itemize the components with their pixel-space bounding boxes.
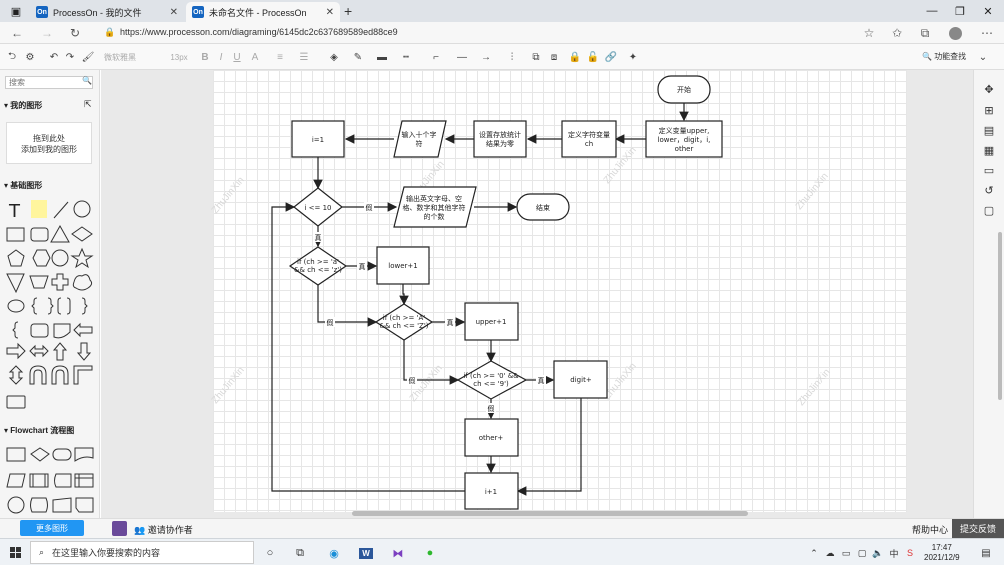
taskbar-search-input[interactable]: ⌕ 在这里输入你要搜索的内容: [30, 541, 254, 564]
define-vars-line3: other: [675, 145, 694, 153]
comments-icon[interactable]: ▢: [982, 203, 996, 217]
edge-label-yes: 真: [447, 318, 454, 327]
input-parallelogram[interactable]: [393, 120, 447, 158]
define-vars-line1: 定义变量upper,: [659, 126, 710, 135]
page-settings-icon[interactable]: ▤: [982, 123, 996, 137]
windows-taskbar: ⌕ 在这里输入你要搜索的内容 ○ ⧉ ◉ W ⧓ ● ⌃ ☁ ▭ ▢ 🔈 中 S…: [0, 538, 1004, 565]
horizontal-scrollbar[interactable]: [352, 511, 748, 516]
digit-inc-label: digit+: [570, 376, 592, 384]
editor-bottom-bar: 👥 邀请协作者 帮助中心 提交反馈: [0, 518, 1004, 538]
wechat-icon[interactable]: ●: [420, 543, 440, 563]
edge-label-yes: 真: [359, 262, 366, 271]
edge-label-no: 假: [366, 203, 373, 212]
end-label: 结束: [536, 203, 550, 212]
visual-studio-icon[interactable]: ⧓: [388, 543, 408, 563]
input-line2: 符: [416, 139, 423, 148]
edge-label-no: 假: [488, 404, 495, 413]
define-char-line2: ch: [585, 140, 593, 148]
windows-start-icon[interactable]: [6, 543, 26, 563]
i-init-label: i=1: [312, 136, 324, 144]
more-shapes-button[interactable]: 更多图形: [20, 520, 84, 536]
help-center-link[interactable]: 帮助中心: [912, 523, 948, 536]
edge-label-yes: 真: [538, 376, 545, 385]
edge-label-no: 假: [409, 376, 416, 385]
user-avatar[interactable]: [112, 521, 127, 536]
edge-label-yes: 真: [315, 233, 322, 242]
cortana-icon[interactable]: ○: [260, 543, 280, 563]
input-tool-icon[interactable]: S: [900, 543, 920, 563]
lower-condition-line2: && ch <= 'z'): [294, 266, 342, 274]
set-zero-line2: 结果为零: [486, 139, 514, 148]
define-char-line1: 定义字符变量: [568, 130, 610, 139]
digit-condition-line2: ch <= '9'): [473, 380, 509, 388]
feedback-button[interactable]: 提交反馈: [952, 519, 1004, 538]
i-inc-label: i+1: [485, 488, 497, 496]
define-char-box[interactable]: [561, 120, 617, 158]
task-view-icon[interactable]: ⧉: [290, 543, 310, 563]
style-panel-icon[interactable]: ⊞: [982, 103, 996, 117]
upper-condition-line1: if (ch >= 'A': [383, 314, 426, 322]
digit-condition-line1: if (ch >= '0' &&: [463, 372, 519, 380]
document-icon[interactable]: ▭: [982, 163, 996, 177]
output-line3: 的个数: [424, 212, 445, 221]
flowchart-diagram: 开始 定义变量upper, lower，digit，i, other 定义字符变…: [271, 75, 723, 510]
loop-condition-label: i <= 10: [304, 204, 331, 212]
edge-browser-icon[interactable]: ◉: [324, 543, 344, 563]
invite-collaborator-button[interactable]: 👥 邀请协作者: [134, 523, 193, 536]
lower-inc-label: lower+1: [388, 262, 417, 270]
input-line1: 输入十个字: [402, 130, 437, 139]
notification-icon[interactable]: ▤: [976, 543, 996, 563]
lower-condition-line1: if (ch >= 'a': [297, 258, 339, 266]
set-zero-line1: 设置存放统计: [479, 130, 521, 139]
set-zero-box[interactable]: [473, 120, 527, 158]
define-vars-line2: lower，digit，i,: [658, 136, 711, 144]
upper-inc-label: upper+1: [476, 318, 507, 326]
output-line2: 格、数字和其他字符: [403, 203, 466, 212]
upper-condition-line2: && ch <= 'Z'): [380, 322, 429, 330]
data-panel-icon[interactable]: ▦: [982, 143, 996, 157]
search-icon: ⌕: [39, 547, 45, 557]
navigator-icon[interactable]: ✥: [982, 82, 996, 96]
word-icon[interactable]: W: [356, 543, 376, 563]
taskbar-clock[interactable]: 17:47 2021/12/9: [924, 543, 960, 563]
output-line1: 输出英文字母、空: [406, 194, 462, 203]
start-label: 开始: [677, 85, 691, 94]
edge-label-no: 假: [327, 318, 334, 327]
vertical-scrollbar[interactable]: [998, 232, 1002, 400]
history-icon[interactable]: ↺: [982, 183, 996, 197]
other-inc-label: other+: [479, 434, 504, 442]
